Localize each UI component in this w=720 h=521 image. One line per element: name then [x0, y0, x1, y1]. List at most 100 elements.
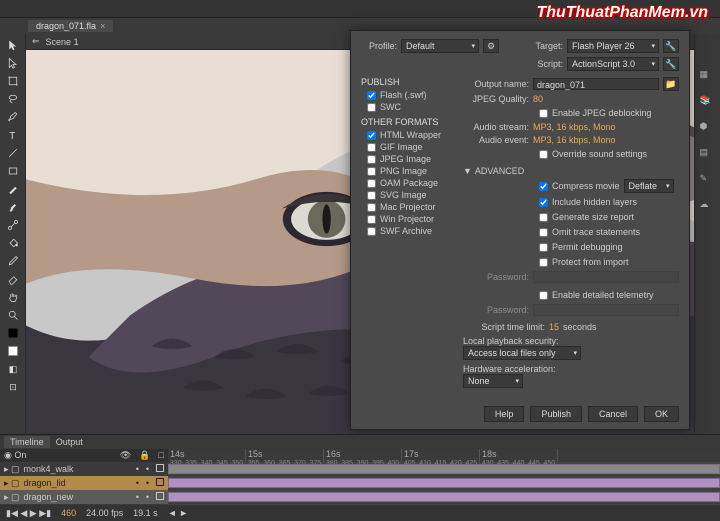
right-panel-rail: ▦ 📚 ⬢ ▤ ✎ ☁ — [694, 34, 720, 434]
script-dropdown[interactable]: ActionScript 3.0 — [567, 57, 659, 71]
advanced-section-toggle[interactable]: ▼ ADVANCED — [463, 166, 679, 176]
layer-icon: ▸ ▢ — [4, 478, 20, 489]
other-format-item-5[interactable]: SVG Image — [361, 189, 453, 201]
lock-col-icon[interactable]: 🔒 — [139, 450, 150, 461]
hand-tool[interactable] — [3, 288, 23, 306]
layer-row[interactable]: ▸ ▢ dragon_lid •• — [0, 476, 168, 490]
omit-trace-checkbox[interactable]: Omit trace statements — [533, 226, 640, 238]
generate-size-checkbox[interactable]: Generate size report — [533, 211, 634, 223]
tab-timeline[interactable]: Timeline — [4, 436, 50, 448]
document-tab[interactable]: dragon_071.fla × — [28, 20, 113, 32]
local-playback-dropdown[interactable]: Access local files only — [463, 346, 581, 360]
outline-col-icon[interactable]: □ — [159, 450, 164, 461]
hw-accel-dropdown[interactable]: None — [463, 374, 523, 388]
tab-output[interactable]: Output — [50, 436, 89, 448]
enable-telemetry-checkbox[interactable]: Enable detailed telemetry — [533, 289, 654, 301]
audio-event-value[interactable]: MP3, 16 kbps, Mono — [533, 135, 616, 145]
enable-deblocking-checkbox[interactable]: Enable JPEG deblocking — [533, 107, 652, 119]
paint-bucket-tool[interactable] — [3, 234, 23, 252]
timeline-frames[interactable]: 14s33033534034535015s35536036537037516s3… — [168, 449, 720, 505]
scrub-handle[interactable]: ◄ ► — [168, 508, 188, 518]
timeline-panel: Timeline Output ◉ On 👁 🔒 □ ▸ ▢ monk4_walk … — [0, 434, 720, 520]
line-tool[interactable] — [3, 144, 23, 162]
visibility-col-icon[interactable]: 👁 — [120, 450, 131, 461]
other-format-item-2[interactable]: JPEG Image — [361, 153, 453, 165]
pencil-tool[interactable] — [3, 180, 23, 198]
profile-label: Profile: — [361, 41, 397, 51]
target-settings-icon[interactable]: 🔧 — [663, 39, 679, 53]
script-settings-icon[interactable]: 🔧 — [663, 57, 679, 71]
eraser-tool[interactable] — [3, 270, 23, 288]
svg-text:T: T — [9, 131, 15, 141]
audio-stream-value[interactable]: MP3, 16 kbps, Mono — [533, 122, 616, 132]
password-field-1 — [533, 271, 679, 283]
include-hidden-checkbox[interactable]: Include hidden layers — [533, 196, 637, 208]
audio-event-label: Audio event: — [463, 135, 529, 145]
other-format-item-3[interactable]: PNG Image — [361, 165, 453, 177]
other-format-item-4[interactable]: OAM Package — [361, 177, 453, 189]
hw-accel-label: Hardware acceleration: — [463, 364, 679, 374]
tool-option-a[interactable]: ◧ — [3, 360, 23, 378]
timeline-status-bar: ▮◀ ◀ ▶ ▶▮ 460 24.00 fps 19.1 s ◄ ► — [0, 505, 720, 521]
other-formats-heading: OTHER FORMATS — [361, 117, 453, 127]
watermark: ThuThuatPhanMem.vn — [536, 4, 708, 22]
output-name-field[interactable]: dragon_071 — [533, 78, 659, 90]
lasso-tool[interactable] — [3, 90, 23, 108]
other-format-item-0[interactable]: HTML Wrapper — [361, 129, 453, 141]
onion-toggle[interactable]: ◉ On — [4, 450, 26, 461]
scene-label[interactable]: Scene 1 — [46, 37, 79, 47]
cancel-button[interactable]: Cancel — [588, 406, 638, 422]
stroke-color-swatch[interactable] — [3, 324, 23, 342]
target-label: Target: — [529, 41, 563, 51]
playback-controls[interactable]: ▮◀ ◀ ▶ ▶▮ — [6, 508, 51, 519]
override-sound-checkbox[interactable]: Override sound settings — [533, 148, 647, 160]
actions-panel-icon[interactable]: ✎ — [700, 173, 716, 189]
color-panel-icon[interactable]: ⬢ — [700, 121, 716, 137]
publish-button[interactable]: Publish — [530, 406, 582, 422]
rect-tool[interactable] — [3, 162, 23, 180]
swatches-panel-icon[interactable]: ▤ — [700, 147, 716, 163]
free-transform-tool[interactable] — [3, 72, 23, 90]
compress-movie-checkbox[interactable]: Compress movie — [533, 180, 620, 192]
brush-tool[interactable] — [3, 198, 23, 216]
tool-option-b[interactable]: ⊡ — [3, 378, 23, 396]
permit-debug-checkbox[interactable]: Permit debugging — [533, 241, 623, 253]
fps-display: 24.00 fps — [86, 508, 123, 518]
text-tool[interactable]: T — [3, 126, 23, 144]
fill-color-swatch[interactable] — [3, 342, 23, 360]
layer-icon: ▸ ▢ — [4, 464, 20, 475]
align-panel-icon[interactable]: ▦ — [700, 69, 716, 85]
bone-tool[interactable] — [3, 216, 23, 234]
cc-libraries-icon[interactable]: ☁ — [700, 199, 716, 215]
profile-dropdown[interactable]: Default — [401, 39, 479, 53]
protect-import-checkbox[interactable]: Protect from import — [533, 256, 629, 268]
browse-folder-icon[interactable]: 📁 — [663, 77, 679, 91]
eyedropper-tool[interactable] — [3, 252, 23, 270]
script-time-label: Script time limit: — [463, 322, 545, 332]
close-icon[interactable]: × — [100, 21, 105, 31]
ok-button[interactable]: OK — [644, 406, 679, 422]
back-icon[interactable]: ⇐ — [32, 36, 40, 47]
profile-options-icon[interactable]: ⚙ — [483, 39, 499, 53]
compress-type-dropdown[interactable]: Deflate — [624, 179, 674, 193]
target-dropdown[interactable]: Flash Player 26 — [567, 39, 659, 53]
publish-settings-dialog: Profile: Default ⚙ Target: Flash Player … — [350, 30, 690, 430]
script-time-value[interactable]: 15 — [549, 322, 559, 332]
library-panel-icon[interactable]: 📚 — [700, 95, 716, 111]
selection-tool[interactable] — [3, 36, 23, 54]
other-format-item-8[interactable]: SWF Archive — [361, 225, 453, 237]
layer-row[interactable]: ▸ ▢ dragon_new •• — [0, 490, 168, 504]
other-format-item-7[interactable]: Win Projector — [361, 213, 453, 225]
publish-item-1[interactable]: SWC — [361, 101, 453, 113]
publish-item-0[interactable]: Flash (.swf) — [361, 89, 453, 101]
zoom-tool[interactable] — [3, 306, 23, 324]
help-button[interactable]: Help — [484, 406, 525, 422]
current-frame[interactable]: 460 — [61, 508, 76, 518]
pen-tool[interactable] — [3, 108, 23, 126]
jpeg-quality-value[interactable]: 80 — [533, 94, 543, 104]
other-format-item-1[interactable]: GIF Image — [361, 141, 453, 153]
subselection-tool[interactable] — [3, 54, 23, 72]
jpeg-quality-label: JPEG Quality: — [463, 94, 529, 104]
other-format-item-6[interactable]: Mac Projector — [361, 201, 453, 213]
layer-row[interactable]: ▸ ▢ monk4_walk •• — [0, 462, 168, 476]
